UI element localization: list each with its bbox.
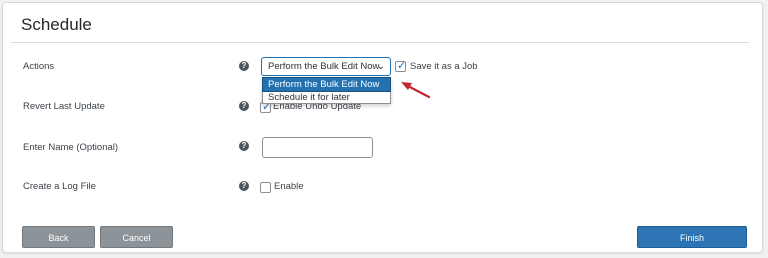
- name-input[interactable]: [262, 137, 373, 158]
- save-job-checkbox[interactable]: ✓: [395, 60, 407, 72]
- actions-label: Actions: [23, 61, 55, 72]
- cancel-button[interactable]: Cancel: [100, 226, 173, 248]
- log-help-icon[interactable]: ?: [239, 181, 249, 191]
- finish-button[interactable]: Finish: [637, 226, 747, 248]
- name-help-icon[interactable]: ?: [239, 141, 249, 151]
- save-job-label: Save it as a Job: [410, 61, 478, 72]
- name-label: Enter Name (Optional): [23, 142, 119, 153]
- log-label: Create a Log File: [23, 181, 96, 192]
- annotation-arrow-icon: [401, 82, 431, 99]
- actions-dropdown-list: Perform the Bulk Edit Now Schedule it fo…: [262, 77, 391, 104]
- back-button[interactable]: Back: [22, 226, 95, 248]
- chevron-down-icon: ⌄: [376, 61, 385, 72]
- revert-help-icon[interactable]: ?: [239, 101, 249, 111]
- revert-label: Revert Last Update: [23, 101, 105, 112]
- dropdown-option[interactable]: Schedule it for later: [263, 91, 390, 104]
- actions-select-value: Perform the Bulk Edit Now: [268, 61, 380, 72]
- log-enable-label: Enable: [274, 181, 304, 192]
- log-enable-checkbox[interactable]: [260, 182, 271, 193]
- dropdown-option[interactable]: Perform the Bulk Edit Now: [262, 77, 391, 92]
- actions-help-icon[interactable]: ?: [239, 61, 249, 71]
- actions-select[interactable]: Perform the Bulk Edit Now ⌄: [261, 57, 391, 76]
- checkmark-icon: ✓: [397, 60, 407, 72]
- schedule-panel: Schedule Actions ? Perform the Bulk Edit…: [2, 2, 763, 253]
- page-title: Schedule: [21, 15, 92, 34]
- title-divider: [11, 42, 749, 43]
